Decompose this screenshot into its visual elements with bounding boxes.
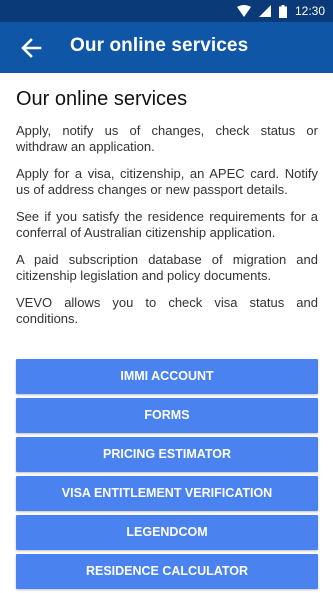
back-arrow-icon[interactable] xyxy=(20,37,42,59)
status-icons: 12:30 xyxy=(236,3,325,19)
page-title: Our online services xyxy=(16,88,188,110)
forms-description: Apply for a visa, citizenship, an APEC c… xyxy=(16,166,318,197)
vevo-description: VEVO allows you to check visa status and… xyxy=(16,295,318,326)
forms-button[interactable]: FORMS xyxy=(16,398,318,433)
immi-account-button[interactable]: IMMI ACCOUNT xyxy=(16,359,318,394)
service-buttons: IMMI ACCOUNT FORMS PRICING ESTIMATOR VIS… xyxy=(16,359,318,593)
visa-entitlement-verification-button[interactable]: VISA ENTITLEMENT VERIFICATION xyxy=(16,476,318,511)
legendcom-button[interactable]: LEGENDCOM xyxy=(16,515,318,550)
legendcom-description: A paid subscription database of migratio… xyxy=(16,252,318,283)
immi-account-description: Apply, notify us of changes, check statu… xyxy=(16,123,318,154)
app-bar: Our online services xyxy=(0,22,333,73)
signal-icon xyxy=(258,5,271,17)
residence-calculator-description: See if you satisfy the residence require… xyxy=(16,209,318,240)
residence-calculator-button[interactable]: RESIDENCE CALCULATOR xyxy=(16,554,318,589)
main-content: Our online services Apply, notify us of … xyxy=(16,88,318,338)
status-bar: 12:30 xyxy=(0,0,333,22)
pricing-estimator-button[interactable]: PRICING ESTIMATOR xyxy=(16,437,318,472)
status-time: 12:30 xyxy=(294,4,325,18)
wifi-icon xyxy=(236,5,251,17)
battery-icon xyxy=(278,4,287,18)
app-bar-title: Our online services xyxy=(70,35,249,56)
